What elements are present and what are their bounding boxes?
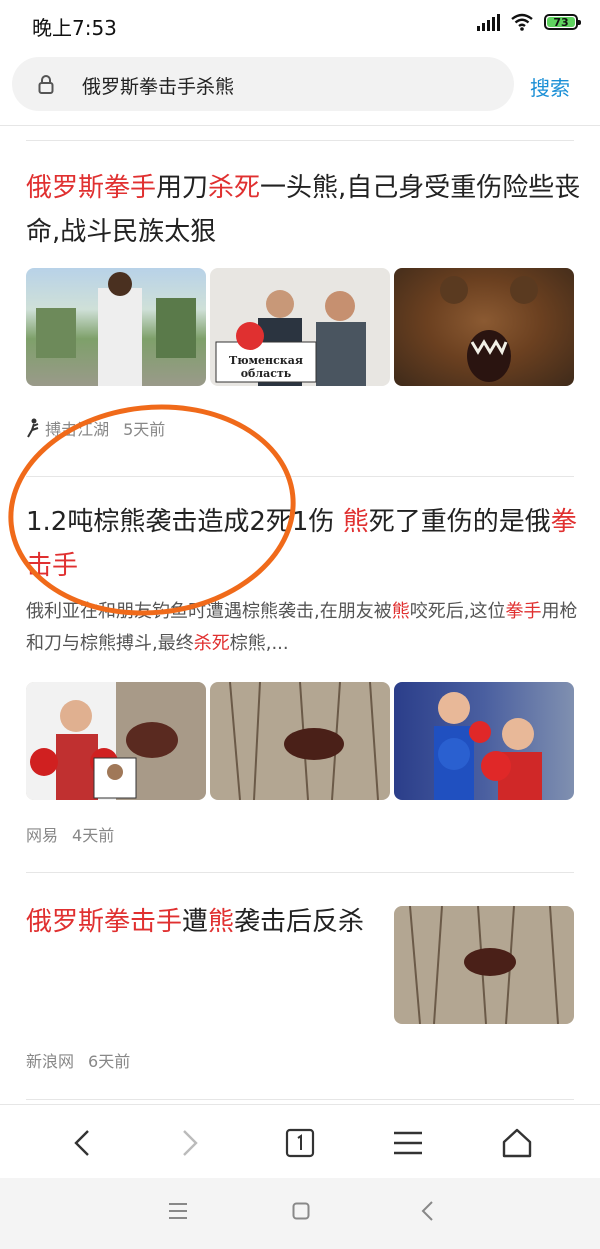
result-title[interactable]: 俄罗斯拳击手遭熊袭击后反杀 <box>26 900 386 944</box>
status-time: 晚上7:53 <box>32 16 117 40</box>
highlight-text: 熊 <box>391 601 410 622</box>
result-title[interactable]: 俄罗斯拳手用刀杀死一头熊,自己身受重伤险些丧命,战斗民族太狠 <box>26 166 581 254</box>
battery-level: 73 <box>553 15 569 29</box>
divider <box>26 140 574 141</box>
system-nav-bar <box>0 1178 600 1249</box>
tabs-button[interactable] <box>280 1123 320 1163</box>
highlight-text: 杀死 <box>208 173 261 203</box>
battery-icon: 73 <box>544 14 581 30</box>
source-time: 4天前 <box>72 826 115 845</box>
source-name: 网易 <box>26 826 59 845</box>
status-icons: 73 <box>477 13 581 31</box>
plain-text: 遭 <box>182 907 209 937</box>
highlight-text: 熊 <box>208 907 235 937</box>
status-bar: 晚上7:53 73 <box>0 0 600 50</box>
divider <box>26 872 574 873</box>
chevron-right-icon <box>183 1130 198 1156</box>
result-image[interactable] <box>26 268 206 386</box>
source-name: 新浪网 <box>26 1052 75 1071</box>
image-sign-text: Тюменская область <box>229 354 303 380</box>
result-image[interactable] <box>394 906 574 1024</box>
signal-icon <box>477 13 500 31</box>
result-image[interactable] <box>210 682 390 800</box>
result-image[interactable] <box>26 682 206 800</box>
highlight-text: 熊 <box>342 507 369 537</box>
home-icon[interactable] <box>292 1202 310 1220</box>
plain-text: 死了重伤的是俄 <box>368 507 551 537</box>
result-image[interactable]: Тюменская область <box>210 268 390 386</box>
search-input[interactable]: 俄罗斯拳击手杀熊 <box>82 72 234 99</box>
highlight-text: 俄罗斯拳击手 <box>26 907 183 937</box>
divider <box>0 125 600 126</box>
highlight-text: 俄罗斯拳手 <box>26 173 157 203</box>
back-icon[interactable] <box>420 1200 434 1222</box>
highlight-text: 杀死 <box>193 633 230 654</box>
wifi-icon <box>511 13 533 31</box>
result-image[interactable] <box>394 682 574 800</box>
plain-text: 棕熊,... <box>229 633 289 654</box>
forward-button[interactable] <box>170 1123 210 1163</box>
lock-icon <box>38 75 54 94</box>
chevron-left-icon <box>74 1130 89 1156</box>
plain-text: 用刀 <box>156 173 209 203</box>
browser-toolbar <box>0 1104 600 1179</box>
plain-text: 咬死后,这位 <box>409 601 506 622</box>
home-button[interactable] <box>497 1123 537 1163</box>
search-button[interactable]: 搜索 <box>530 72 570 101</box>
search-bar[interactable]: 俄罗斯拳击手杀熊 <box>12 57 514 111</box>
source-time: 6天前 <box>88 1052 131 1071</box>
result-image[interactable] <box>394 268 574 386</box>
menu-button[interactable] <box>388 1123 428 1163</box>
tabs-icon <box>285 1128 315 1158</box>
divider <box>26 1099 574 1100</box>
plain-text: 袭击后反杀 <box>234 907 365 937</box>
result-source: 新浪网 6天前 <box>26 1048 130 1072</box>
back-button[interactable] <box>62 1123 102 1163</box>
home-icon <box>502 1128 532 1158</box>
kick-icon <box>27 418 39 438</box>
highlight-text: 拳手 <box>505 601 542 622</box>
menu-icon <box>394 1131 422 1155</box>
recents-icon[interactable] <box>168 1202 188 1220</box>
result-source: 网易 4天前 <box>26 822 114 846</box>
